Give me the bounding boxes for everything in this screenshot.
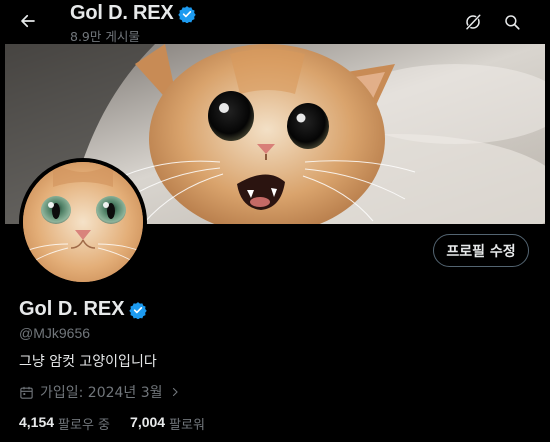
profile-name: Gol D. REX	[19, 298, 125, 320]
grok-button[interactable]	[457, 6, 489, 38]
back-button[interactable]	[12, 5, 44, 37]
profile-handle: @MJk9656	[19, 325, 91, 341]
followers-label: 팔로워	[169, 418, 205, 433]
followers-count: 7,004	[130, 414, 166, 430]
right-frame	[545, 0, 550, 442]
grok-icon	[466, 14, 481, 30]
avatar[interactable]	[19, 158, 147, 286]
arrow-left-icon	[21, 14, 35, 28]
follow-stats: 4,154 팔로우 중 7,004 팔로워	[19, 414, 205, 433]
following-link[interactable]: 4,154 팔로우 중	[19, 414, 110, 433]
header-title: Gol D. REX	[70, 2, 174, 24]
following-label: 팔로우 중	[58, 418, 111, 433]
profile-name-row: Gol D. REX	[19, 298, 147, 321]
verified-badge-icon	[177, 5, 196, 23]
following-count: 4,154	[19, 414, 55, 430]
post-count: 8.9만 게시물	[70, 29, 140, 44]
avatar-cat-photo	[23, 162, 143, 282]
profile-bio: 그냥 암컷 고양이입니다	[19, 354, 157, 370]
search-icon	[505, 15, 520, 30]
followers-link[interactable]: 7,004 팔로워	[130, 414, 205, 433]
joined-date[interactable]: 가입일: 2024년 3월	[19, 382, 181, 402]
verified-badge-icon[interactable]	[128, 301, 147, 319]
chevron-right-icon	[172, 387, 178, 397]
header-title-group: Gol D. REX 8.9만 게시물	[70, 2, 196, 45]
joined-text: 가입일: 2024년 3월	[40, 385, 163, 401]
top-bar: Gol D. REX 8.9만 게시물	[0, 0, 550, 44]
edit-profile-button[interactable]: 프로필 수정	[433, 234, 529, 267]
search-button[interactable]	[496, 6, 528, 38]
calendar-icon	[20, 386, 33, 399]
